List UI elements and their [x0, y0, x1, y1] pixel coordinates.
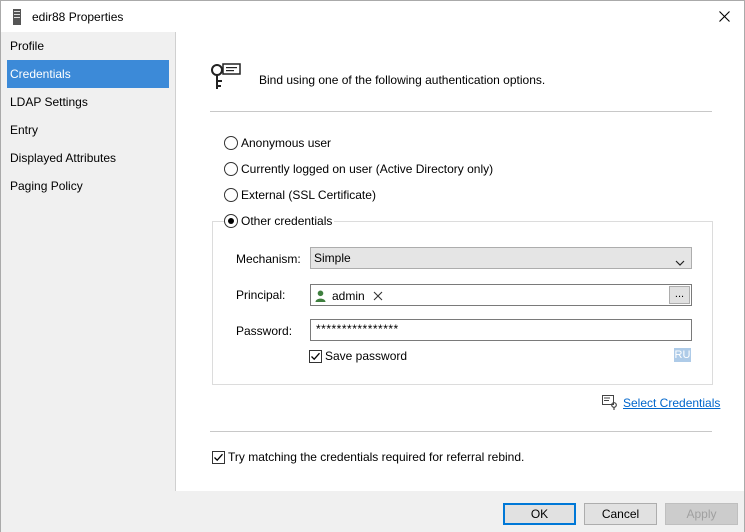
sidebar-item-displayed-attributes[interactable]: Displayed Attributes: [7, 144, 169, 172]
checkbox-checked[interactable]: [309, 349, 322, 363]
bottom-divider: [210, 431, 712, 432]
remove-icon[interactable]: [373, 291, 383, 301]
option-other-credentials[interactable]: Other credentials: [224, 213, 335, 229]
password-label: Password:: [236, 324, 293, 338]
window-title: edir88 Properties: [32, 10, 124, 24]
principal-field[interactable]: admin ...: [310, 284, 692, 306]
title-bar: edir88 Properties: [1, 1, 744, 32]
ok-button[interactable]: OK: [503, 503, 576, 525]
option-label: Currently logged on user (Active Directo…: [241, 162, 494, 176]
browse-principal-button[interactable]: ...: [669, 286, 690, 304]
sidebar-item-entry[interactable]: Entry: [7, 116, 169, 144]
principal-chip: admin: [315, 288, 383, 304]
chevron-down-icon: [675, 253, 685, 273]
sidebar-item-ldap-settings[interactable]: LDAP Settings: [7, 88, 169, 116]
radio-button-selected[interactable]: [224, 214, 238, 228]
intro-text: Bind using one of the following authenti…: [259, 73, 546, 87]
option-label: Anonymous user: [241, 136, 332, 150]
option-anonymous[interactable]: Anonymous user: [224, 135, 331, 151]
key-certificate-icon: [210, 62, 242, 92]
server-icon: [12, 9, 22, 25]
top-divider: [210, 111, 712, 112]
input-language-indicator: RU: [674, 348, 691, 362]
close-icon: [718, 11, 730, 22]
mechanism-label: Mechanism:: [236, 252, 301, 266]
password-value: ****************: [316, 322, 399, 336]
checkbox-checked[interactable]: [212, 450, 225, 464]
save-password-checkbox[interactable]: Save password: [309, 348, 407, 364]
referral-rebind-label: Try matching the credentials required fo…: [228, 450, 525, 464]
option-label: External (SSL Certificate): [241, 188, 376, 202]
radio-button[interactable]: [224, 162, 238, 176]
properties-dialog: edir88 Properties Profile Credentials LD…: [0, 0, 745, 532]
referral-rebind-checkbox[interactable]: Try matching the credentials required fo…: [212, 449, 524, 465]
sidebar-item-credentials[interactable]: Credentials: [7, 60, 169, 88]
select-credentials[interactable]: Select Credentials: [602, 395, 720, 410]
mechanism-value: Simple: [314, 251, 351, 265]
mechanism-select[interactable]: Simple: [310, 247, 692, 269]
close-button[interactable]: [704, 1, 744, 32]
user-icon: [315, 290, 326, 302]
cancel-button[interactable]: Cancel: [584, 503, 657, 525]
apply-button[interactable]: Apply: [665, 503, 738, 525]
credentials-list-icon: [602, 395, 617, 410]
option-external[interactable]: External (SSL Certificate): [224, 187, 376, 203]
checkmark-icon: [214, 453, 223, 461]
credentials-panel: Bind using one of the following authenti…: [177, 32, 744, 491]
principal-label: Principal:: [236, 288, 286, 302]
sidebar-item-profile[interactable]: Profile: [7, 32, 169, 60]
option-current-user[interactable]: Currently logged on user (Active Directo…: [224, 161, 493, 177]
select-credentials-link[interactable]: Select Credentials: [623, 396, 720, 410]
radio-button[interactable]: [224, 136, 238, 150]
radio-button[interactable]: [224, 188, 238, 202]
option-label: Other credentials: [241, 214, 333, 228]
sidebar: Profile Credentials LDAP Settings Entry …: [1, 32, 176, 491]
checkmark-icon: [311, 352, 320, 360]
dialog-footer: OK Cancel Apply: [1, 491, 744, 532]
principal-value: admin: [332, 289, 365, 303]
save-password-label: Save password: [325, 349, 408, 363]
sidebar-item-paging-policy[interactable]: Paging Policy: [7, 172, 169, 200]
password-field[interactable]: ****************: [310, 319, 692, 341]
